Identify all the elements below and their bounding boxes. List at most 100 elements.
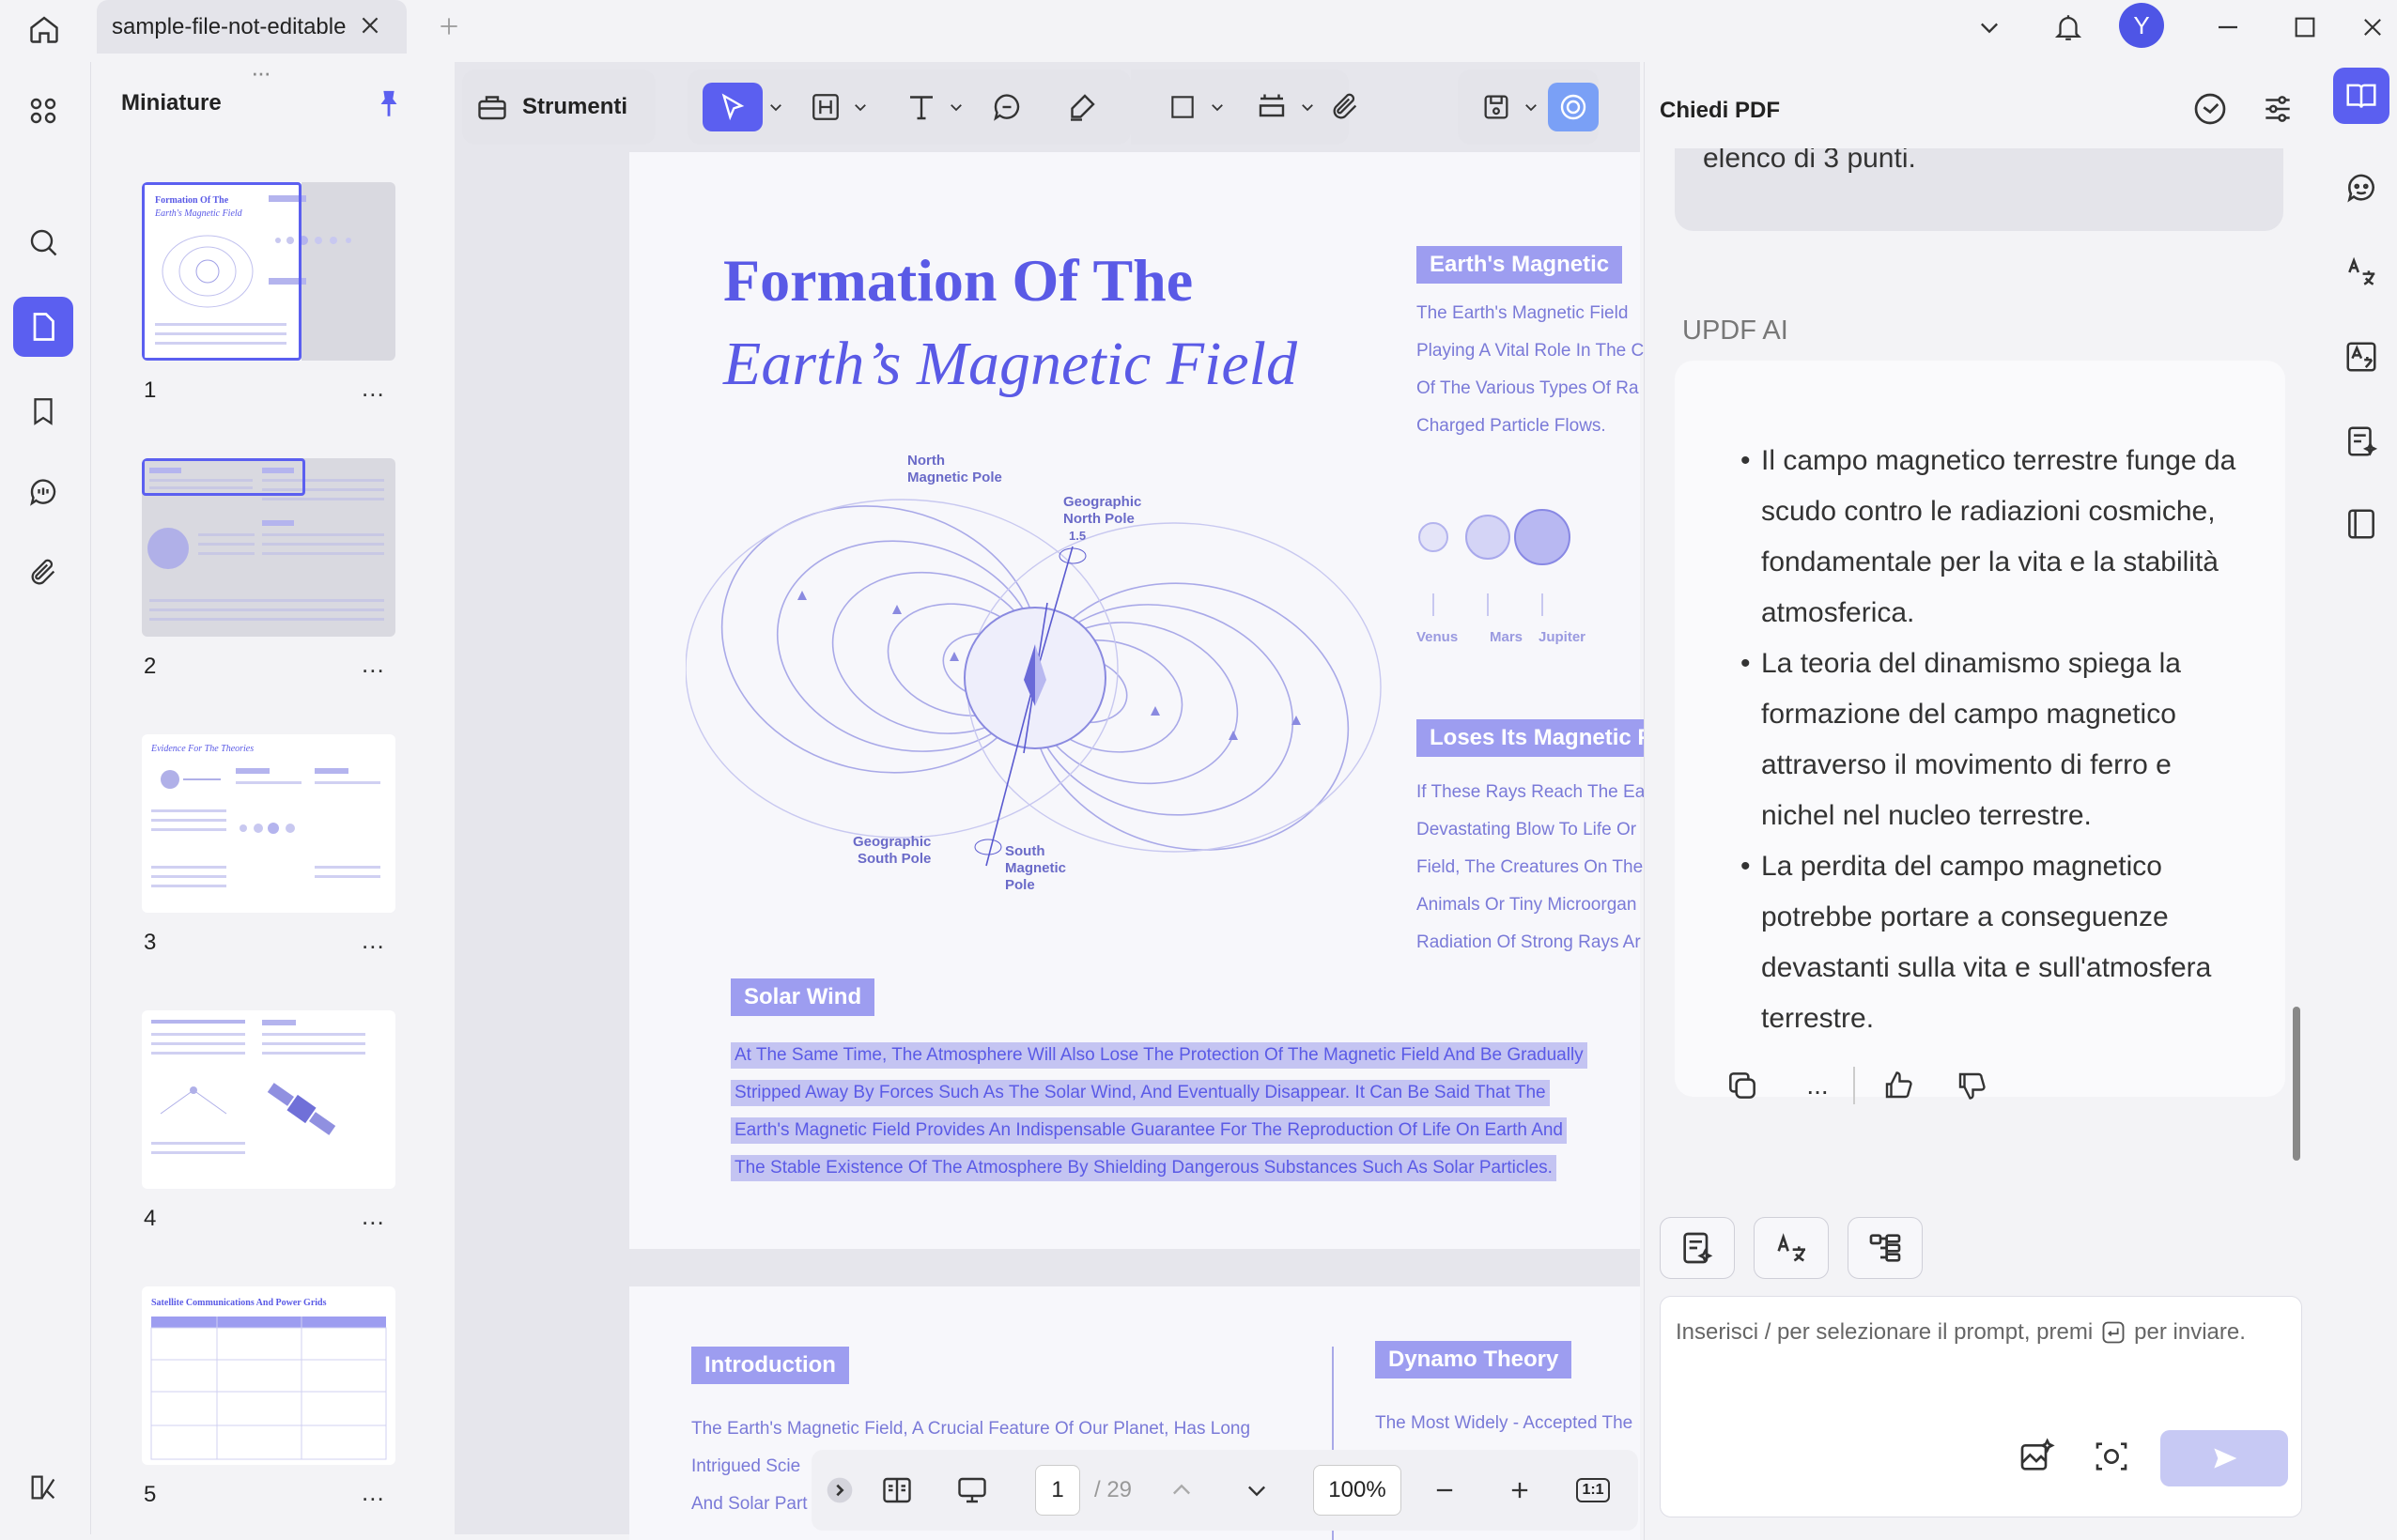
more-options-button[interactable]: ... [1795,1063,1840,1108]
prompt-input[interactable]: Inserisci / per selezionare il prompt, p… [1660,1296,2302,1517]
page-thumbnail-3[interactable]: Evidence For The Theories [142,734,395,913]
summarize-button[interactable] [2333,413,2389,470]
new-tab-button[interactable] [430,8,468,45]
bookmarks-button[interactable] [13,381,73,441]
translate-prompt-button[interactable] [1754,1217,1829,1279]
pin-panel-button[interactable] [373,88,405,120]
comments-button[interactable] [13,462,73,522]
text-tool[interactable] [898,83,945,131]
actual-size-label: 1:1 [1576,1478,1610,1502]
notifications-button[interactable] [2042,4,2095,51]
ai-reader-button[interactable] [2333,68,2389,124]
history-button[interactable] [2186,85,2235,133]
stamp-tool[interactable] [1247,83,1296,131]
introduction-line: Intrigued Scie [691,1456,801,1476]
text-tool-dropdown[interactable] [945,83,967,131]
minimize-button[interactable] [2202,4,2254,51]
save-dropdown[interactable] [1520,83,1542,131]
thumbs-up-button[interactable] [1876,1063,1921,1108]
chat-bot-button[interactable] [2333,160,2389,216]
reader-mode-button[interactable] [2333,496,2389,552]
previous-page-button[interactable] [1161,1467,1202,1514]
close-tab-button[interactable] [358,13,382,38]
document-tab[interactable]: sample-file-not-editable [97,0,407,54]
ai-logo-icon [1560,94,1586,120]
page-layout-button[interactable] [874,1467,920,1514]
attach-tool[interactable] [1321,83,1369,131]
layers-button[interactable] [13,1457,73,1517]
save-tools-group [1458,69,1599,145]
thumbnail-visible-area [142,182,302,361]
page-thumbnail-2[interactable] [142,458,395,637]
chevron-down-icon [1248,1486,1265,1497]
minimize-icon [2219,25,2237,29]
send-button[interactable] [2160,1430,2288,1486]
comment-tool[interactable] [982,83,1031,131]
close-window-button[interactable] [2346,4,2397,51]
ai-image-button[interactable] [2012,1432,2061,1481]
search-button[interactable] [13,212,73,272]
selected-text-line[interactable]: At The Same Time, The Atmosphere Will Al… [731,1042,1587,1069]
thumbs-down-button[interactable] [1949,1063,1994,1108]
user-avatar[interactable]: Y [2119,3,2164,48]
selected-text-line[interactable]: Earth's Magnetic Field Provides An Indis… [731,1117,1567,1144]
next-page-button[interactable] [1236,1467,1277,1514]
ocr-button[interactable] [2333,329,2389,385]
page-thumbnail-1[interactable]: Formation Of The Earth's Magnetic Field [142,182,395,361]
heading-tool[interactable] [802,83,849,131]
loses-magnetic-line: Radiation Of Strong Rays Ar [1416,932,1641,952]
select-tool-dropdown[interactable] [763,83,789,131]
presentation-button[interactable] [949,1467,996,1514]
current-page-input[interactable]: 1 [1035,1465,1080,1516]
rectangle-tool-dropdown[interactable] [1206,83,1229,131]
shape-tools-group [1131,69,1349,145]
panel-grip[interactable]: ··· [251,58,271,87]
zoom-out-button[interactable] [1424,1467,1465,1514]
south-magnetic-pole-label: South Magnetic Pole [1005,843,1067,893]
selected-text-line[interactable]: The Stable Existence Of The Atmosphere B… [731,1155,1556,1181]
stamp-tool-dropdown[interactable] [1296,83,1319,131]
thumbnails-button[interactable] [13,297,73,357]
screenshot-button[interactable] [2087,1432,2136,1481]
document-sparkle-icon [1683,1232,1713,1264]
dynamo-theory-heading: Dynamo Theory [1375,1341,1572,1378]
thumbnail-more-button[interactable]: ... [362,926,385,955]
thumbnail-more-button[interactable]: ... [362,1478,385,1507]
page-thumbnail-5[interactable]: Satellite Communications And Power Grids [142,1286,395,1465]
copy-answer-button[interactable] [1720,1063,1765,1108]
thumbnail-page-number: 2 [144,654,157,679]
thumbnail-more-button[interactable]: ... [362,1202,385,1231]
pdf-page-1[interactable]: Formation Of The Earth’s Magnetic Field [629,152,1671,1249]
page-thumbnail-4[interactable] [142,1010,395,1189]
apps-button[interactable] [13,81,73,141]
planet-size-comparison [1418,509,1570,616]
action-divider [1853,1067,1855,1104]
collapse-nav-button[interactable] [823,1467,857,1514]
heading-tool-dropdown[interactable] [849,83,872,131]
select-tool[interactable] [703,83,763,131]
home-button[interactable] [21,6,68,53]
zoom-in-button[interactable] [1499,1467,1540,1514]
tab-title: sample-file-not-editable [112,13,347,39]
layers-icon [31,1475,55,1500]
selected-text-line[interactable]: Stripped Away By Forces Such As The Sola… [731,1080,1550,1106]
translate-button[interactable] [2333,244,2389,300]
attachments-button[interactable] [13,543,73,603]
actual-size-button[interactable]: 1:1 [1572,1467,1614,1514]
ai-assistant-button[interactable] [1548,83,1599,131]
settings-button[interactable] [2253,85,2302,133]
mindmap-prompt-button[interactable] [1848,1217,1923,1279]
summarize-prompt-button[interactable] [1660,1217,1735,1279]
maximize-button[interactable] [2279,4,2331,51]
thumbnail-more-button[interactable]: ... [362,374,385,403]
highlighter-tool[interactable] [1058,83,1106,131]
answer-bullet: Il campo magnetico terrestre funge da sc… [1740,436,2250,639]
chat-scrollbar[interactable] [2293,1007,2300,1161]
tabs-dropdown-button[interactable] [1963,4,2016,51]
save-button[interactable] [1473,83,1520,131]
save-icon [1484,95,1508,119]
rectangle-tool[interactable] [1159,83,1206,131]
thumbnail-more-button[interactable]: ... [362,650,385,679]
zoom-level-input[interactable]: 100% [1313,1465,1401,1516]
tools-button[interactable]: Strumenti [475,83,627,131]
